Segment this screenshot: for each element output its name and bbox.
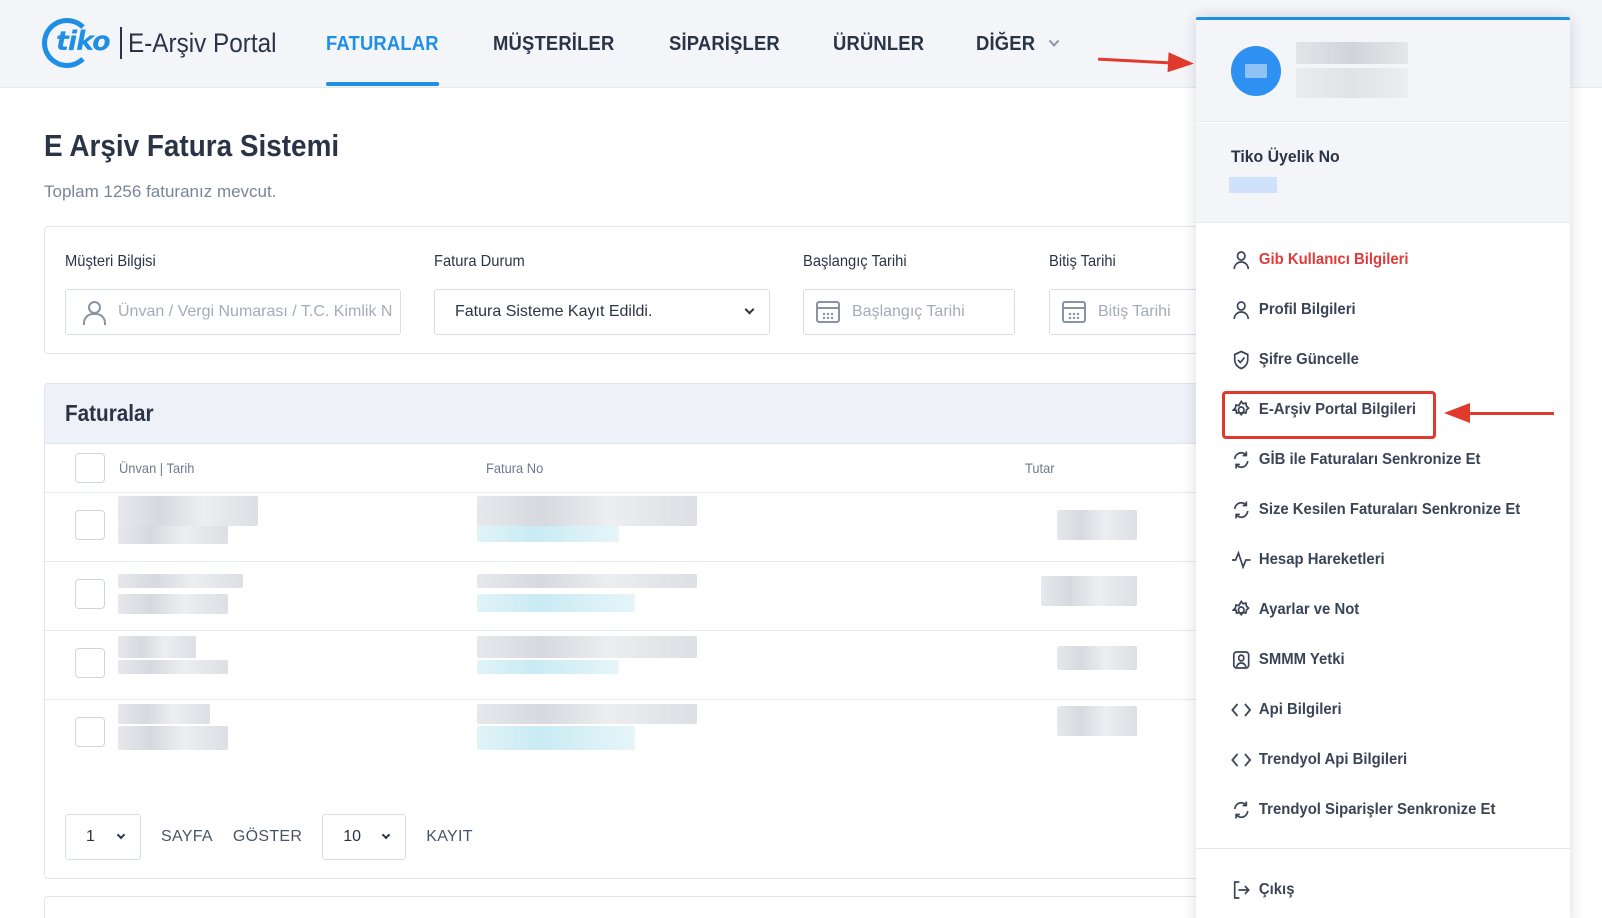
table-title: Faturalar — [65, 400, 154, 426]
start-date-label: Başlangıç Tarihi — [803, 253, 907, 270]
menu-logout[interactable]: Çıkış — [1231, 876, 1294, 904]
customer-filter-label: Müşteri Bilgisi — [65, 253, 156, 270]
tiko-logo-icon: tiko — [42, 16, 116, 70]
record-label: KAYIT — [426, 828, 473, 845]
status-select[interactable]: Fatura Sisteme Kayıt Edildi. — [434, 289, 770, 335]
nav-musteriler[interactable]: MÜŞTERİLER — [493, 0, 614, 88]
show-label: GÖSTER — [232, 828, 303, 845]
calendar-icon — [816, 301, 840, 323]
blurred-amount — [1057, 706, 1137, 736]
main-nav: FATURALAR MÜŞTERİLER SİPARİŞLER ÜRÜNLER … — [326, 0, 1107, 88]
user-icon — [1231, 299, 1251, 321]
customer-search-input[interactable]: Ünvan / Vergi Numarası / T.C. Kimlik N — [65, 289, 401, 335]
user-icon — [1231, 249, 1251, 271]
sync-icon — [1231, 449, 1251, 471]
blurred-customer — [118, 636, 196, 658]
menu-trendyol-sync-orders[interactable]: Trendyol Siparişler Senkronize Et — [1231, 796, 1495, 824]
blurred-amount — [1057, 510, 1137, 540]
secondary-card — [44, 896, 1224, 918]
menu-gib-user-info[interactable]: Gib Kullanıcı Bilgileri — [1231, 246, 1409, 274]
column-header-title-date: Ünvan | Tarih — [119, 460, 195, 476]
code-icon — [1231, 699, 1252, 721]
chevron-down-icon — [116, 830, 126, 840]
menu-account-activity[interactable]: Hesap Hareketleri — [1231, 546, 1385, 574]
row-checkbox[interactable] — [75, 717, 105, 747]
nav-diger[interactable]: DİĞER — [976, 0, 1060, 88]
blurred-invoice-no[interactable] — [477, 574, 697, 588]
nav-siparisler[interactable]: SİPARİŞLER — [669, 0, 780, 88]
menu-trendyol-api-info[interactable]: Trendyol Api Bilgileri — [1231, 746, 1407, 774]
sync-icon — [1231, 799, 1251, 821]
select-all-checkbox[interactable] — [75, 453, 105, 483]
sync-icon — [1231, 499, 1251, 521]
annotation-arrow-portal-info — [1444, 403, 1554, 423]
nav-faturalar[interactable]: FATURALAR — [326, 0, 439, 88]
avatar[interactable] — [1231, 46, 1281, 96]
menu-smmm-authority[interactable]: SMMM Yetki — [1231, 646, 1345, 674]
column-header-amount: Tutar — [1025, 460, 1055, 476]
invoices-table-card: Faturalar Ünvan | Tarih Fatura No Tutar — [44, 383, 1224, 879]
start-date-input[interactable]: Başlangıç Tarihi — [803, 289, 1015, 335]
user-badge-icon — [1231, 649, 1251, 671]
calendar-icon — [1062, 301, 1086, 323]
blurred-user-email — [1296, 68, 1408, 98]
user-profile-header — [1196, 20, 1570, 122]
gear-icon — [1231, 599, 1251, 621]
blurred-amount — [1041, 576, 1137, 606]
page-title: E Arşiv Fatura Sistemi — [44, 128, 340, 163]
status-filter-label: Fatura Durum — [434, 253, 525, 270]
logout-icon — [1231, 879, 1251, 901]
menu-api-info[interactable]: Api Bilgileri — [1231, 696, 1342, 724]
chevron-down-icon — [1049, 35, 1060, 47]
blurred-customer — [118, 574, 243, 588]
membership-label: Tiko Üyelik No — [1231, 147, 1340, 166]
code-icon — [1231, 749, 1252, 771]
chevron-down-icon — [744, 304, 755, 315]
brand-name: E-Arşiv Portal — [128, 27, 277, 58]
filter-panel: Müşteri Bilgisi Ünvan / Vergi Numarası /… — [44, 226, 1261, 354]
menu-update-password[interactable]: Şifre Güncelle — [1231, 346, 1359, 374]
pagination: 1 SAYFA GÖSTER 10 KAYIT — [65, 814, 493, 860]
blurred-invoice-no[interactable] — [477, 704, 697, 724]
column-header-invoice-no: Fatura No — [486, 460, 544, 476]
table-header-bar: Faturalar — [45, 384, 1223, 444]
user-icon — [82, 300, 106, 325]
row-checkbox[interactable] — [75, 510, 105, 540]
shield-check-icon — [1231, 349, 1251, 371]
brand-logo[interactable]: tiko E-Arşiv Portal — [42, 16, 293, 70]
blurred-invoice-no[interactable] — [477, 636, 697, 658]
menu-settings-notes[interactable]: Ayarlar ve Not — [1231, 596, 1359, 624]
row-checkbox[interactable] — [75, 648, 105, 678]
page-select[interactable]: 1 — [65, 814, 141, 860]
blurred-invoice-no[interactable] — [477, 496, 697, 526]
menu-sync-gib-invoices[interactable]: GİB ile Faturaları Senkronize Et — [1231, 446, 1481, 474]
invoice-count-text: Toplam 1256 faturanız mevcut. — [44, 182, 277, 201]
activity-icon — [1231, 549, 1251, 571]
per-page-select[interactable]: 10 — [322, 814, 407, 860]
end-date-label: Bitiş Tarihi — [1049, 253, 1116, 270]
row-checkbox[interactable] — [75, 579, 105, 609]
blurred-customer — [118, 496, 258, 526]
highlight-box — [1222, 391, 1436, 439]
blurred-amount — [1057, 646, 1137, 670]
page-label: SAYFA — [161, 828, 213, 845]
chevron-down-icon — [382, 830, 391, 840]
blurred-membership-no — [1229, 177, 1277, 193]
menu-profile-info[interactable]: Profil Bilgileri — [1231, 296, 1356, 324]
membership-section: Tiko Üyelik No — [1196, 123, 1570, 223]
blurred-user-name — [1296, 42, 1408, 64]
user-dropdown-menu: Tiko Üyelik No Gib Kullanıcı Bilgileri P… — [1196, 17, 1570, 918]
nav-urunler[interactable]: ÜRÜNLER — [833, 0, 924, 88]
menu-sync-received-invoices[interactable]: Size Kesilen Faturaları Senkronize Et — [1231, 496, 1520, 524]
blurred-customer — [118, 704, 210, 724]
